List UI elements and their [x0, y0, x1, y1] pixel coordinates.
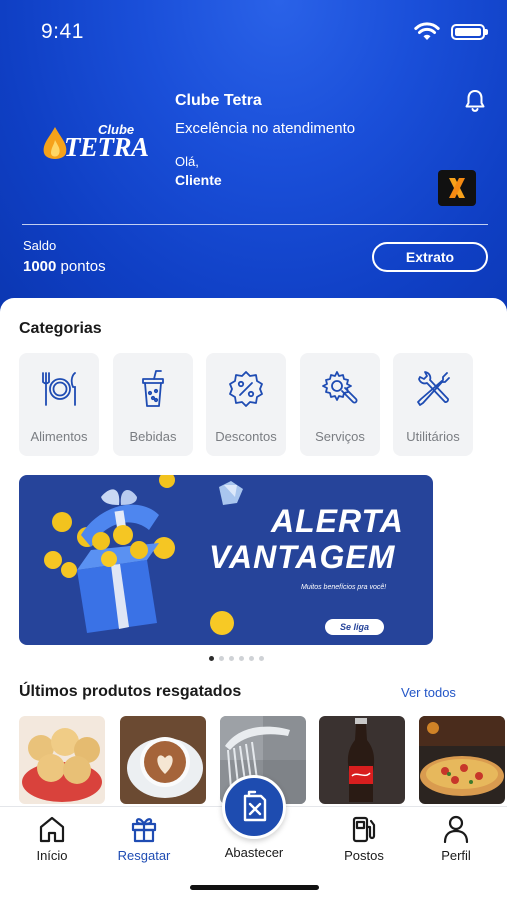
carousel-dot[interactable]: [249, 656, 254, 661]
tab-label: Resgatar: [117, 848, 171, 863]
wifi-icon: [414, 22, 440, 40]
user-icon: [443, 815, 469, 843]
pizza-image: [419, 716, 505, 804]
bell-icon[interactable]: [462, 88, 488, 114]
gear-wrench-icon: [322, 371, 358, 404]
coca-cola-bottle-image: [319, 716, 405, 804]
status-time: 9:41: [41, 20, 84, 43]
header-divider: [22, 224, 488, 225]
saldo-unit: pontos: [60, 258, 106, 275]
status-bar: 9:41: [0, 0, 507, 60]
category-label: Utilitários: [406, 429, 460, 444]
tools-icon: [417, 371, 450, 406]
tab-inicio[interactable]: Início: [7, 807, 97, 877]
category-bebidas[interactable]: Bebidas: [113, 353, 193, 456]
carousel-dots: [209, 656, 269, 662]
carousel-dot[interactable]: [259, 656, 264, 661]
gas-station-icon: [352, 816, 376, 843]
categories-title: Categorias: [19, 320, 102, 337]
tab-label: Perfil: [441, 848, 471, 863]
tab-label: Início: [36, 848, 68, 863]
product-card[interactable]: [319, 716, 405, 804]
drink-cup-icon: [142, 370, 164, 407]
partner-x-badge[interactable]: [438, 170, 476, 206]
banner-subtitle: Muitos benefícios pra você!: [301, 584, 387, 591]
abastecer-label: Abastecer: [224, 845, 284, 860]
header: 9:41 Clube TETRA Clube Tetra Excelência …: [0, 0, 507, 330]
categories-list: Alimentos Bebidas Descontos Serviços Uti…: [19, 353, 507, 457]
fork-knife-plate-icon: [42, 372, 76, 406]
saldo-value: 1000 pontos: [23, 258, 106, 275]
home-icon: [39, 816, 65, 843]
see-all-link[interactable]: Ver todos: [401, 685, 456, 700]
cappuccino-image: [120, 716, 206, 804]
category-label: Bebidas: [129, 429, 177, 444]
user-name: Cliente: [175, 172, 222, 188]
banner-cta-button[interactable]: Se liga: [325, 619, 384, 635]
product-card[interactable]: [120, 716, 206, 804]
saldo-amount: 1000: [23, 258, 57, 275]
category-utilitarios[interactable]: Utilitários: [393, 353, 473, 456]
home-indicator: [190, 885, 319, 890]
category-label: Serviços: [315, 429, 365, 444]
extrato-button[interactable]: Extrato: [372, 242, 488, 272]
category-servicos[interactable]: Serviços: [300, 353, 380, 456]
fuel-can-icon: [243, 790, 267, 822]
recent-products-title: Últimos produtos resgatados: [19, 683, 242, 700]
product-card[interactable]: [19, 716, 105, 804]
gift-icon: [131, 818, 157, 843]
battery-icon: [451, 24, 488, 40]
category-descontos[interactable]: Descontos: [206, 353, 286, 456]
category-label: Alimentos: [30, 429, 88, 444]
club-subtitle: Excelência no atendimento: [175, 120, 356, 137]
cheese-bread-image: [19, 716, 105, 804]
carousel-dot[interactable]: [209, 656, 214, 661]
banner-title-line2: VANTAGEM: [209, 539, 396, 575]
greeting: Olá,: [175, 154, 199, 169]
x-logo-icon: [449, 178, 465, 198]
category-label: Descontos: [215, 429, 277, 444]
main-content: Categorias Alimentos Bebidas Descontos S…: [0, 298, 507, 808]
abastecer-fab-button[interactable]: [222, 775, 286, 839]
tab-label: Postos: [344, 848, 384, 863]
tab-perfil[interactable]: Perfil: [411, 807, 501, 877]
clube-tetra-logo: Clube TETRA: [40, 120, 150, 166]
carousel-dot[interactable]: [239, 656, 244, 661]
logo-text-big: TETRA: [64, 132, 149, 162]
carousel-dot[interactable]: [219, 656, 224, 661]
product-card[interactable]: [419, 716, 505, 804]
saldo-label: Saldo: [23, 238, 57, 253]
tab-postos[interactable]: Postos: [319, 807, 409, 877]
club-title: Clube Tetra: [175, 92, 262, 109]
promo-banner[interactable]: ALERTA VANTAGEM Muitos benefícios pra vo…: [19, 475, 433, 645]
category-alimentos[interactable]: Alimentos: [19, 353, 99, 456]
tab-resgatar[interactable]: Resgatar: [99, 807, 189, 877]
banner-title-line1: ALERTA: [271, 503, 404, 539]
carousel-dot[interactable]: [229, 656, 234, 661]
percent-badge-icon: [229, 371, 263, 407]
